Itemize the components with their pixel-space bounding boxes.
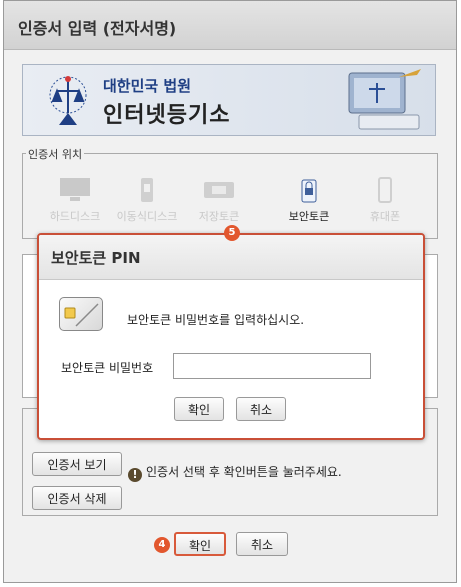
phone-icon xyxy=(378,177,392,203)
device-harddisk[interactable]: 하드디스크 xyxy=(40,176,110,224)
pin-label: 보안토큰 비밀번호 xyxy=(61,361,154,375)
harddisk-icon xyxy=(60,178,90,201)
device-phone[interactable]: 휴대폰 xyxy=(350,176,420,224)
window-title: 인증서 입력 (전자서명) xyxy=(18,19,177,38)
smartcard-chip-icon xyxy=(64,303,99,327)
usb-drive-icon xyxy=(141,178,153,202)
computer-illustration-icon xyxy=(348,69,421,130)
step-badge-4: 4 xyxy=(154,537,170,553)
court-logo-icon xyxy=(49,76,87,125)
banner-title: 인터넷등기소 xyxy=(103,103,231,128)
pin-dialog: 보안토큰 PIN 보안토큰 비밀번호를 입력하십시오. 보안토큰 비밀번호 확인… xyxy=(37,233,425,440)
device-label: 이동식디스크 xyxy=(116,210,178,223)
security-token-icon xyxy=(301,179,317,203)
view-certificate-button[interactable]: 인증서 보기 xyxy=(32,452,122,476)
device-label: 휴대폰 xyxy=(369,210,401,223)
device-removable[interactable]: 이동식디스크 xyxy=(112,176,182,224)
device-storage-token[interactable]: 저장토큰 xyxy=(184,176,254,224)
hint-text: 인증서 선택 후 확인버튼을 눌러주세요. xyxy=(146,465,342,479)
device-label: 하드디스크 xyxy=(49,210,101,223)
ok-button[interactable]: 확인 xyxy=(174,532,226,556)
device-security-token[interactable]: 보안토큰 xyxy=(274,176,344,224)
pin-dialog-message: 보안토큰 비밀번호를 입력하십시오. xyxy=(127,313,305,327)
pin-dialog-header: 보안토큰 PIN xyxy=(39,235,423,280)
delete-certificate-button[interactable]: 인증서 삭제 xyxy=(32,486,122,510)
window-titlebar: 인증서 입력 (전자서명) xyxy=(4,1,456,50)
court-banner: 대한민국 법원 인터넷등기소 xyxy=(22,64,436,136)
pin-input[interactable] xyxy=(173,353,371,379)
warning-icon: ! xyxy=(128,468,142,482)
cancel-button[interactable]: 취소 xyxy=(236,532,288,556)
device-label: 저장토큰 xyxy=(198,210,240,223)
step-badge-5: 5 xyxy=(224,225,240,241)
location-legend: 인증서 위치 xyxy=(26,146,85,162)
banner-org: 대한민국 법원 xyxy=(103,77,192,95)
pin-ok-button[interactable]: 확인 xyxy=(174,397,224,421)
device-label: 보안토큰 xyxy=(288,210,330,223)
hint-row: ! 인증서 선택 후 확인버튼을 눌러주세요. xyxy=(128,463,342,482)
storage-token-icon xyxy=(204,182,234,198)
pin-cancel-button[interactable]: 취소 xyxy=(236,397,286,421)
pin-dialog-title: 보안토큰 PIN xyxy=(51,249,141,267)
security-card-icon xyxy=(59,297,103,331)
